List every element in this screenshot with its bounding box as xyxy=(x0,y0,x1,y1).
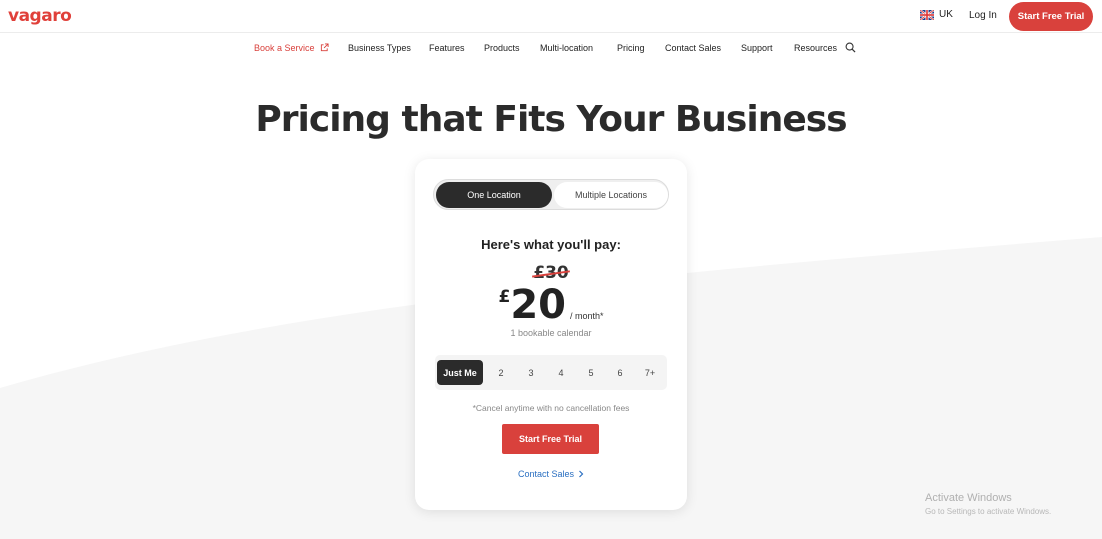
region-selector[interactable]: UK xyxy=(920,9,953,20)
login-link[interactable]: Log In xyxy=(969,10,997,21)
top-bar: vagaro UK Log In Start Free Trial xyxy=(0,0,1102,33)
nav-item-book-a-service[interactable]: Book a Service xyxy=(254,43,329,53)
uk-flag-icon xyxy=(920,9,934,20)
seat-selector: Just Me 2 3 4 5 6 7+ xyxy=(435,355,667,390)
cancel-note: *Cancel anytime with no cancellation fee… xyxy=(472,403,630,413)
start-free-trial-header-button[interactable]: Start Free Trial xyxy=(1009,2,1093,31)
current-price: £ 20 / month* xyxy=(415,283,687,327)
nav-item-multi-location[interactable]: Multi-location xyxy=(540,43,593,53)
seat-option-6[interactable]: 6 xyxy=(606,360,634,385)
seat-option-5[interactable]: 5 xyxy=(577,360,605,385)
nav-item-pricing[interactable]: Pricing xyxy=(617,43,645,53)
contact-sales-link[interactable]: Contact Sales xyxy=(415,469,687,479)
seat-option-2[interactable]: 2 xyxy=(487,360,515,385)
external-link-icon xyxy=(320,43,329,52)
main-nav: Book a Service Business Types Features P… xyxy=(0,33,1102,61)
location-toggle: One Location Multiple Locations xyxy=(433,179,669,210)
page-title: Pricing that Fits Your Business xyxy=(255,99,847,140)
seat-option-just-me[interactable]: Just Me xyxy=(437,360,483,385)
price-amount: 20 xyxy=(510,282,566,328)
search-icon[interactable] xyxy=(845,42,856,53)
nav-item-business-types[interactable]: Business Types xyxy=(348,43,411,53)
activate-windows-title: Activate Windows xyxy=(925,492,1012,504)
vagaro-logo[interactable]: vagaro xyxy=(8,6,72,26)
nav-item-resources[interactable]: Resources xyxy=(794,43,837,53)
price-period: / month* xyxy=(569,311,604,321)
nav-item-products[interactable]: Products xyxy=(484,43,520,53)
calendar-note: 1 bookable calendar xyxy=(510,328,592,338)
chevron-right-icon xyxy=(579,470,584,478)
start-free-trial-button[interactable]: Start Free Trial xyxy=(502,424,599,454)
seat-option-7-plus[interactable]: 7+ xyxy=(636,360,664,385)
pay-heading: Here's what you'll pay: xyxy=(481,237,621,252)
nav-item-contact-sales[interactable]: Contact Sales xyxy=(665,43,721,53)
region-label: UK xyxy=(939,9,953,20)
one-location-tab[interactable]: One Location xyxy=(436,182,552,208)
activate-windows-subtitle: Go to Settings to activate Windows. xyxy=(925,507,1052,516)
old-price: £30 xyxy=(533,263,569,283)
currency-symbol: £ xyxy=(498,287,511,307)
seat-option-3[interactable]: 3 xyxy=(517,360,545,385)
pricing-card: One Location Multiple Locations Here's w… xyxy=(415,159,687,510)
multiple-locations-tab[interactable]: Multiple Locations xyxy=(554,182,668,208)
seat-option-4[interactable]: 4 xyxy=(547,360,575,385)
nav-item-features[interactable]: Features xyxy=(429,43,465,53)
nav-item-support[interactable]: Support xyxy=(741,43,773,53)
